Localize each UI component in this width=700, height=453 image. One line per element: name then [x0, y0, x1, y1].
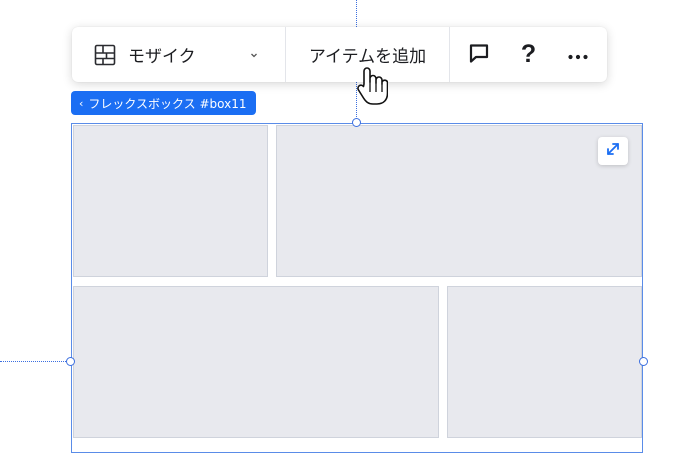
mosaic-cell-2[interactable]	[276, 125, 642, 277]
hand-pointer-cursor-icon	[354, 66, 389, 108]
mosaic-cell-4[interactable]	[447, 286, 642, 438]
comment-button[interactable]	[460, 36, 498, 74]
horizontal-guide-line	[0, 361, 70, 362]
mosaic-cell-1[interactable]	[73, 125, 268, 277]
comment-icon	[468, 42, 490, 68]
breadcrumb-label: フレックスボックス #box11	[88, 96, 247, 111]
flexbox-container[interactable]	[71, 123, 643, 453]
help-button[interactable]: ?	[509, 36, 547, 74]
mosaic-grid-icon	[94, 44, 116, 66]
resize-handle-top[interactable]	[352, 118, 361, 127]
resize-handle-right[interactable]	[639, 357, 648, 366]
layout-dropdown[interactable]: モザイク	[72, 27, 286, 82]
more-horizontal-icon	[567, 45, 589, 64]
chevron-down-icon	[249, 50, 259, 60]
chevron-left-icon: ‹	[79, 96, 84, 110]
expand-diagonal-icon	[605, 141, 621, 161]
toolbar-icon-group: ?	[450, 27, 607, 82]
floating-toolbar: モザイク アイテムを追加 ?	[72, 27, 607, 82]
expand-button[interactable]	[598, 137, 628, 165]
add-item-label: アイテムを追加	[308, 47, 427, 67]
layout-label: モザイク	[128, 47, 196, 67]
help-icon: ?	[520, 40, 537, 68]
mosaic-cell-3[interactable]	[73, 286, 439, 438]
breadcrumb-badge[interactable]: ‹ フレックスボックス #box11	[71, 91, 256, 115]
more-button[interactable]	[559, 36, 597, 74]
resize-handle-left[interactable]	[66, 357, 75, 366]
